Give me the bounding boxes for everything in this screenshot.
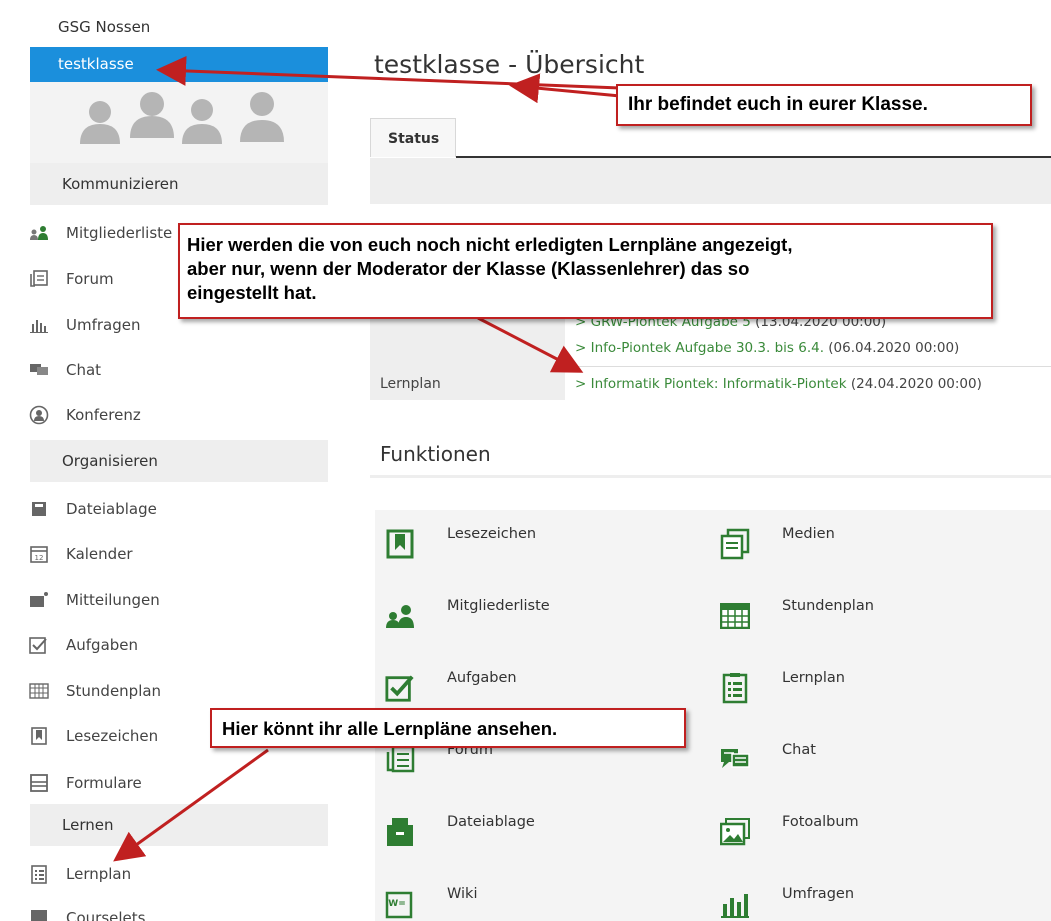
bookmark-icon [28,725,50,747]
function-label: Dateiablage [447,814,535,830]
page-title: testklasse - Übersicht [374,50,645,79]
function-lesezeichen[interactable]: Lesezeichen [375,512,705,580]
function-chat[interactable]: Chat [710,728,1040,796]
function-label: Wiki [447,886,478,902]
sidebar-item-mitgliederliste[interactable]: Mitgliederliste [28,218,172,248]
lernplan-link[interactable]: > Informatik Piontek: Informatik-Piontek… [575,376,982,392]
forms-icon [28,772,50,794]
conference-icon [28,404,50,426]
sidebar-item-label: Stundenplan [66,682,162,700]
row-divider [565,366,1051,367]
courselets-icon [28,907,50,921]
sidebar-item-konferenz[interactable]: Konferenz [28,400,141,430]
functions-divider [370,475,1051,478]
sidebar-item-chat[interactable]: Chat [28,355,101,385]
function-lernplan[interactable]: Lernplan [710,656,1040,724]
sidebar-item-label: Courselets [66,909,146,921]
group-avatar [30,82,328,164]
sidebar-item-label: Lesezeichen [66,727,159,745]
timetable-icon [28,680,50,702]
members-icon [28,222,50,244]
sidebar-item-umfragen[interactable]: Umfragen [28,310,141,340]
sidebar-item-label: Mitteilungen [66,591,160,609]
functions-heading: Funktionen [380,442,491,466]
sidebar-item-label: Konferenz [66,406,141,424]
function-label: Medien [782,526,835,542]
sidebar-item-dateiablage[interactable]: Dateiablage [28,494,157,524]
learning-plan-icon [28,863,50,885]
function-medien[interactable]: Medien [710,512,1040,580]
sidebar-item-label: Aufgaben [66,636,139,654]
function-fotoalbum[interactable]: Fotoalbum [710,800,1040,868]
row-label-lernplan: Lernplan [380,376,441,392]
sidebar: GSG Nossen testklasse Kommunizieren Mitg… [28,0,328,921]
svg-text:W=: W= [388,899,405,909]
annotation-class: Ihr befindet euch in eurer Klasse. [616,84,1032,126]
tasks-icon [385,670,415,706]
learning-plan-icon [720,670,750,706]
sidebar-item-forum[interactable]: Forum [28,264,114,294]
poll-icon [28,314,50,336]
chat-icon [28,359,50,381]
section-lernen: Lernen [30,804,328,846]
bookmark-icon [385,526,415,562]
function-wiki[interactable]: W= Wiki [375,872,705,921]
sidebar-item-label: Umfragen [66,316,141,334]
annotation-all-plans: Hier könnt ihr alle Lernpläne ansehen. [210,708,686,748]
forum-icon [28,268,50,290]
sidebar-item-formulare[interactable]: Formulare [28,768,142,798]
section-organisieren: Organisieren [30,440,328,482]
sidebar-item-label: Kalender [66,545,133,563]
sidebar-item-stundenplan[interactable]: Stundenplan [28,676,161,706]
calendar-icon: 12 [28,543,50,565]
function-stundenplan[interactable]: Stundenplan [710,584,1040,652]
annotation-lernplan: Hier werden die von euch noch nicht erle… [178,223,993,319]
sidebar-item-kalender[interactable]: 12 Kalender [28,539,133,569]
wiki-icon: W= [385,886,415,921]
sidebar-item-label: Dateiablage [66,500,157,518]
photo-album-icon [720,814,750,850]
group-avatar-icon [80,92,284,144]
poll-icon [720,886,750,921]
tab-status[interactable]: Status [370,118,456,157]
sidebar-item-lernplan[interactable]: Lernplan [28,859,131,889]
sidebar-item-label: Forum [66,270,114,288]
function-label: Aufgaben [447,670,517,686]
tasks-icon [28,634,50,656]
timetable-icon [720,598,750,634]
sidebar-item-aufgaben[interactable]: Aufgaben [28,630,138,660]
function-label: Lernplan [782,670,845,686]
sidebar-item-label: Mitgliederliste [66,224,173,242]
function-dateiablage[interactable]: Dateiablage [375,800,705,868]
sidebar-item-label: Chat [66,361,102,379]
function-label: Stundenplan [782,598,874,614]
section-kommunizieren: Kommunizieren [30,163,328,205]
sidebar-item-courselets[interactable]: Courselets [28,903,145,921]
chat-icon [720,742,750,778]
messages-icon [28,589,50,611]
main-content: testklasse - Übersicht Status Lernplan >… [370,0,1051,921]
sidebar-item-class-active[interactable]: testklasse [30,47,328,82]
function-label: Fotoalbum [782,814,859,830]
file-storage-icon [28,498,50,520]
sidebar-item-mitteilungen[interactable]: Mitteilungen [28,585,160,615]
function-label: Umfragen [782,886,855,902]
sidebar-item-label: Formulare [66,774,142,792]
svg-text:12: 12 [35,554,44,562]
status-bar [370,158,1051,204]
function-label: Lesezeichen [447,526,537,542]
members-icon [385,598,415,634]
sidebar-item-label: Lernplan [66,865,132,883]
function-mitgliederliste[interactable]: Mitgliederliste [375,584,705,652]
school-name[interactable]: GSG Nossen [58,18,150,36]
media-icon [720,526,750,562]
function-label: Mitgliederliste [447,598,550,614]
file-storage-icon [385,814,415,850]
sidebar-item-lesezeichen[interactable]: Lesezeichen [28,721,158,751]
lernplan-link[interactable]: > Info-Piontek Aufgabe 30.3. bis 6.4. (0… [575,340,959,356]
function-label: Chat [782,742,816,758]
function-umfragen[interactable]: Umfragen [710,872,1040,921]
